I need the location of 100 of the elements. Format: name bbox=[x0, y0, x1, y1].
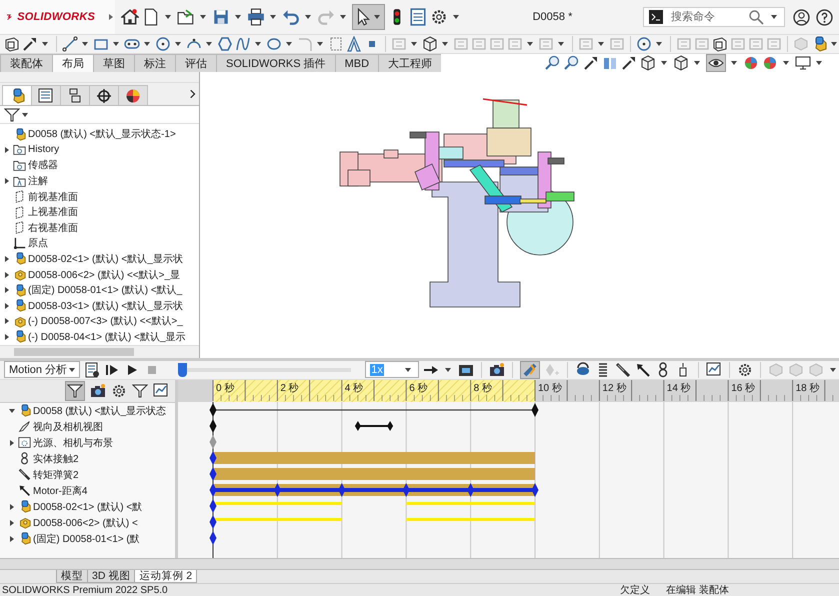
print-icon[interactable] bbox=[247, 8, 265, 26]
filter-results-icon[interactable] bbox=[132, 382, 148, 399]
history-folder-icon[interactable] bbox=[13, 143, 26, 156]
caret-icon[interactable] bbox=[69, 368, 76, 372]
keyframe-marker[interactable] bbox=[210, 434, 216, 449]
keyframe-marker[interactable] bbox=[210, 482, 216, 497]
scrollbar-thumb[interactable] bbox=[14, 348, 134, 356]
user-icon[interactable] bbox=[793, 8, 810, 26]
select-button[interactable] bbox=[352, 4, 385, 30]
text-icon[interactable] bbox=[346, 36, 362, 52]
tree-item[interactable]: 注解 bbox=[28, 174, 48, 188]
save-icon[interactable] bbox=[212, 8, 230, 26]
slider-thumb[interactable] bbox=[178, 362, 187, 377]
study-tab[interactable]: 运动算例 2 bbox=[134, 570, 198, 583]
keyframe-marker[interactable] bbox=[532, 402, 538, 417]
caret-icon[interactable] bbox=[82, 42, 88, 46]
tree-item[interactable]: D0058-02<1> (默认) <默 bbox=[33, 500, 142, 514]
undo-icon[interactable] bbox=[282, 8, 300, 26]
line-icon[interactable] bbox=[62, 36, 78, 52]
panel-tab[interactable] bbox=[118, 85, 148, 106]
help-icon[interactable] bbox=[816, 8, 833, 26]
zoom-area-icon[interactable] bbox=[564, 55, 580, 72]
keyframe-marker[interactable] bbox=[402, 482, 410, 497]
command-tab[interactable]: 草图 bbox=[93, 54, 135, 72]
tree-item[interactable]: D0058 (默认) <默认_显示状态 bbox=[33, 404, 166, 418]
tree-item[interactable]: 实体接触2 bbox=[33, 452, 79, 466]
results-plot-icon[interactable] bbox=[706, 362, 722, 378]
caret-icon[interactable] bbox=[656, 42, 662, 46]
tree-item[interactable]: D0058-02<1> (默认) <默认_显示状 bbox=[28, 252, 183, 266]
panel-tab[interactable] bbox=[89, 85, 119, 106]
caret-icon[interactable] bbox=[783, 61, 790, 66]
quick-snap-icon[interactable] bbox=[636, 36, 652, 52]
keyframe-marker[interactable] bbox=[210, 466, 216, 481]
expand-arrow-icon[interactable] bbox=[3, 332, 11, 341]
tree-item[interactable]: D0058-03<1> (默认) <默认_显示状 bbox=[28, 298, 183, 313]
command-tab[interactable]: MBD bbox=[334, 54, 380, 72]
expand-arrow-icon[interactable] bbox=[107, 13, 115, 21]
expand-arrow-icon[interactable] bbox=[3, 270, 11, 279]
caret-icon[interactable] bbox=[661, 61, 668, 66]
tree-item[interactable]: (固定) D0058-01<1> (默认) <默认_ bbox=[28, 283, 182, 298]
study-tab[interactable]: 模型 bbox=[56, 570, 88, 583]
circle-icon[interactable] bbox=[155, 36, 171, 52]
caret-icon[interactable] bbox=[558, 42, 564, 46]
tree-item[interactable]: 传感器 bbox=[28, 158, 58, 172]
new-document-icon[interactable] bbox=[142, 8, 160, 26]
scene-icon[interactable] bbox=[762, 55, 778, 72]
command-prompt-icon[interactable] bbox=[648, 9, 664, 25]
tree-item[interactable]: 前视基准面 bbox=[28, 190, 78, 204]
filter-driving-icon[interactable] bbox=[90, 382, 106, 399]
expand-arrow-icon[interactable] bbox=[3, 317, 11, 326]
polygon-icon[interactable] bbox=[217, 36, 233, 52]
command-tab[interactable]: 标注 bbox=[134, 54, 176, 72]
caret-icon[interactable] bbox=[22, 112, 28, 117]
3d-sketch-icon[interactable] bbox=[4, 36, 20, 52]
keyframe-marker[interactable] bbox=[274, 482, 281, 497]
expand-arrow-icon[interactable] bbox=[3, 254, 11, 263]
calculate-icon[interactable] bbox=[84, 362, 100, 378]
origin-icon[interactable] bbox=[13, 236, 26, 250]
caret-icon[interactable] bbox=[206, 42, 212, 46]
caret-icon[interactable] bbox=[598, 42, 604, 46]
configuration-tab-icon[interactable] bbox=[67, 88, 83, 104]
caret-icon[interactable] bbox=[113, 42, 119, 46]
caret-icon[interactable] bbox=[235, 15, 241, 19]
view-orientation-icon[interactable] bbox=[640, 55, 656, 72]
search-bar[interactable]: 搜索命令 bbox=[643, 7, 785, 27]
study-tab[interactable]: 3D 视图 bbox=[87, 570, 136, 583]
part-icon[interactable] bbox=[13, 268, 26, 282]
caret-icon[interactable] bbox=[816, 61, 822, 66]
caret-icon[interactable] bbox=[453, 15, 459, 19]
tree-item[interactable]: 视向及相机视图 bbox=[33, 420, 103, 434]
caret-icon[interactable] bbox=[165, 15, 171, 19]
display-style-icon[interactable] bbox=[673, 55, 690, 72]
command-tab[interactable]: 布局 bbox=[52, 54, 94, 72]
expand-arrow-icon[interactable] bbox=[3, 286, 11, 294]
tree-item[interactable]: D0058-006<2> (默认) <<默认>_显 bbox=[28, 268, 180, 282]
contact-icon[interactable] bbox=[18, 452, 31, 466]
search-field[interactable]: 搜索命令 bbox=[669, 10, 743, 24]
caret-icon[interactable] bbox=[144, 42, 150, 46]
keyframe-marker[interactable] bbox=[467, 482, 474, 497]
block-icon[interactable] bbox=[422, 36, 438, 52]
open-folder-icon[interactable] bbox=[177, 8, 195, 26]
camera-icon[interactable] bbox=[489, 362, 505, 378]
force-icon[interactable] bbox=[635, 362, 651, 378]
keyframe-marker[interactable] bbox=[210, 418, 216, 433]
spline-icon[interactable] bbox=[235, 36, 251, 52]
part-icon[interactable] bbox=[13, 314, 26, 328]
appearance-tab-icon[interactable] bbox=[125, 88, 141, 104]
tree-item[interactable]: (-) D0058-04<1> (默认) <默认_显示 bbox=[28, 330, 186, 344]
tree-item[interactable]: 原点 bbox=[28, 236, 48, 250]
tree-item[interactable]: 右视基准面 bbox=[28, 220, 78, 235]
command-tab[interactable]: 评估 bbox=[175, 54, 217, 72]
filter-icon[interactable] bbox=[4, 106, 20, 123]
ellipse-icon[interactable] bbox=[266, 36, 282, 52]
playback-slider[interactable] bbox=[178, 362, 352, 377]
tree-item[interactable]: 光源、相机与布景 bbox=[33, 436, 113, 450]
caret-icon[interactable] bbox=[831, 42, 837, 46]
appearance-icon[interactable] bbox=[743, 55, 760, 72]
panel-grip[interactable] bbox=[0, 72, 199, 84]
tree-item[interactable]: D0058-006<2> (默认) < bbox=[33, 516, 138, 530]
keyframe-marker[interactable] bbox=[210, 514, 216, 529]
